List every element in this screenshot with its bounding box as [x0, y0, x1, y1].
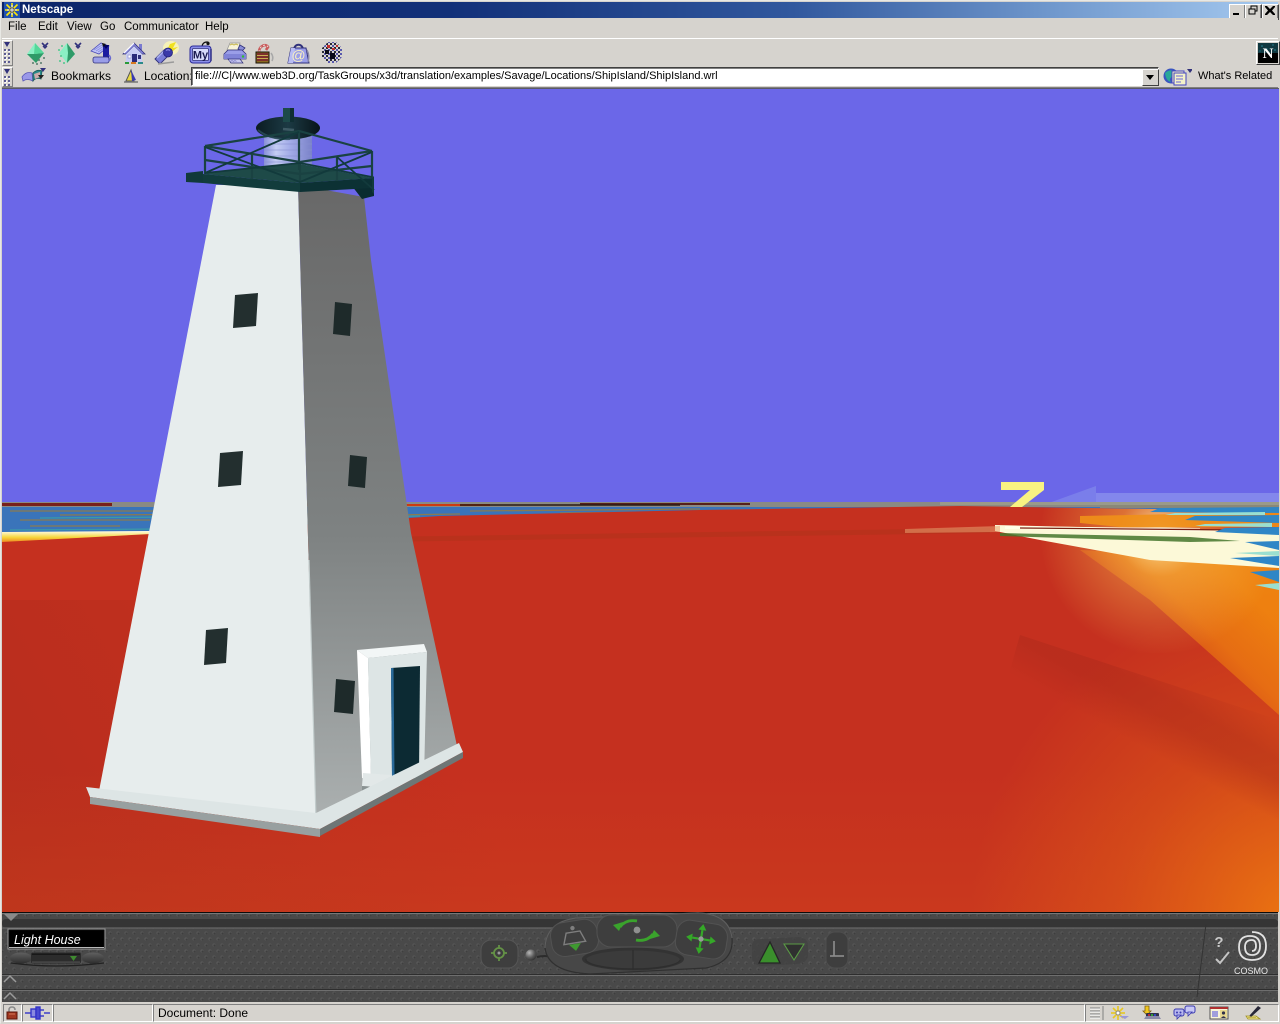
svg-text:@: @ [291, 47, 305, 63]
svg-text:Light House: Light House [14, 933, 81, 947]
svg-text:?: ? [1214, 934, 1223, 951]
svg-text:N: N [1263, 46, 1274, 62]
svg-text:My: My [193, 50, 209, 62]
svg-text:COSMO: COSMO [1234, 966, 1268, 976]
